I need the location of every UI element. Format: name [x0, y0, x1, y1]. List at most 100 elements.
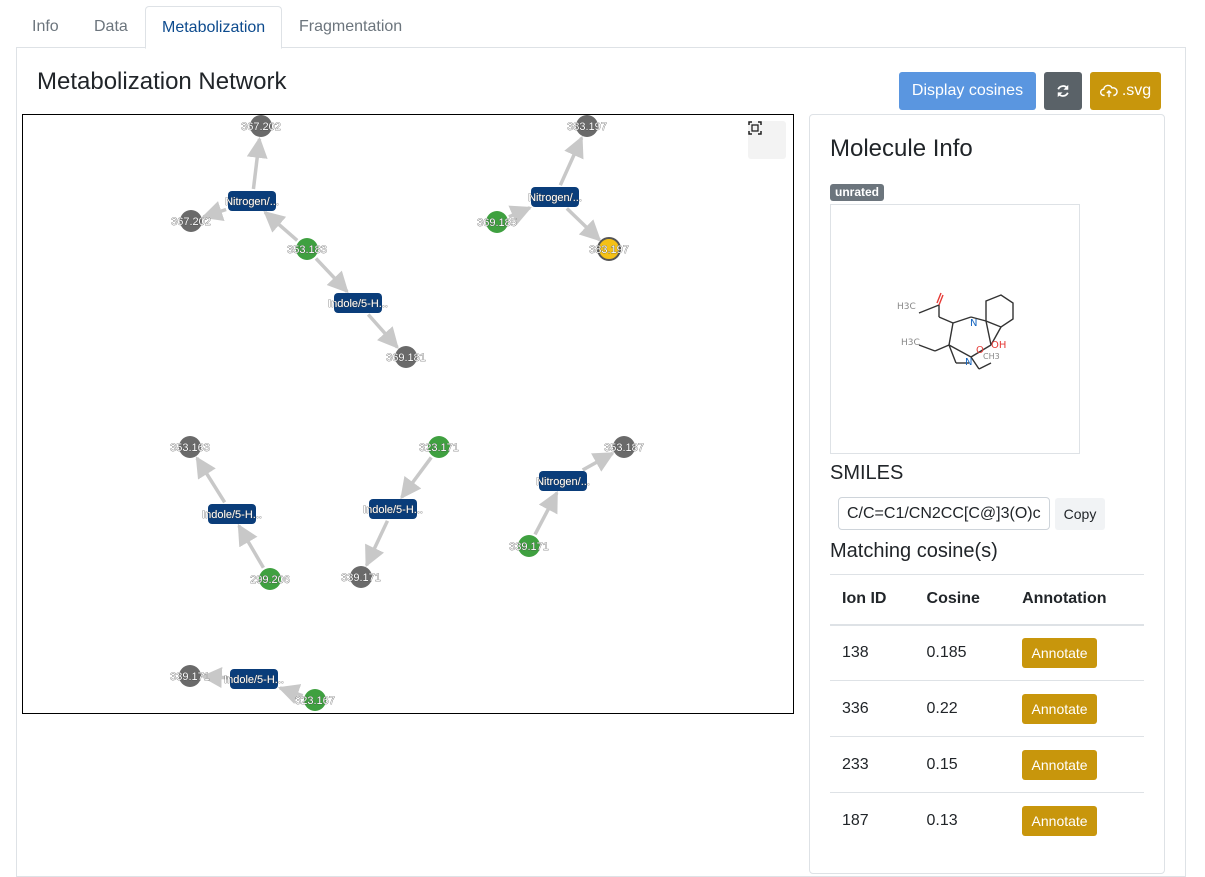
- table-row: 233 0.15 Annotate: [830, 736, 1144, 793]
- mass-node[interactable]: 339.171: [341, 566, 381, 588]
- node-label: 367.202: [171, 216, 211, 228]
- mass-node[interactable]: 339.171: [509, 535, 549, 557]
- node-label: 323.171: [419, 442, 459, 454]
- reaction-node[interactable]: Nitrogen/...: [536, 471, 590, 491]
- amine-nitrogen-label: N: [965, 357, 972, 368]
- reaction-node[interactable]: Indole/5-H...: [328, 293, 388, 313]
- node-label: 339.171: [509, 541, 549, 553]
- node-label: 367.202: [241, 121, 281, 133]
- node-label: Indole/5-H...: [202, 509, 262, 521]
- mass-node[interactable]: 367.202: [171, 210, 211, 232]
- cosine-cell: 0.13: [914, 792, 1011, 849]
- molecule-structure-drawing: H3C N H3C OH O CH3 N: [897, 292, 1014, 370]
- mass-node[interactable]: 383.197: [589, 237, 629, 261]
- network-edge: [364, 520, 390, 568]
- metabolization-network[interactable]: 367.202 367.202 Nitrogen/... 353.183 Indole/…: [22, 114, 794, 714]
- rating-badge: unrated: [830, 184, 885, 201]
- ion-id-cell: 138: [830, 624, 915, 681]
- table-row: 138 0.185 Annotate: [830, 624, 1144, 681]
- reaction-node[interactable]: Indole/5-H...: [202, 504, 262, 524]
- node-label: 339.171: [170, 671, 210, 683]
- network-edge: [581, 451, 615, 472]
- node-label: Nitrogen/...: [536, 476, 590, 488]
- node-label: Nitrogen/...: [528, 192, 582, 204]
- tab-metabolization[interactable]: Metabolization: [145, 6, 283, 49]
- node-label: 383.197: [567, 121, 607, 133]
- tab-bar: Info Data Metabolization Fragmentation: [16, 6, 1186, 49]
- reaction-node[interactable]: Indole/5-H...: [224, 669, 284, 689]
- annotation-cell: Annotate: [1010, 792, 1144, 849]
- cosine-cell: 0.22: [914, 680, 1011, 737]
- download-svg-label: .svg: [1121, 82, 1152, 99]
- mass-node[interactable]: 383.197: [567, 115, 607, 137]
- methyl-ester-label: H3C: [897, 302, 916, 312]
- methoxy-methyl-label: CH3: [983, 352, 1000, 361]
- copy-smiles-button[interactable]: Copy: [1055, 498, 1105, 530]
- ring-nitrogen-label: N: [970, 318, 977, 329]
- refresh-icon: [1057, 84, 1069, 98]
- cosine-cell: 0.15: [914, 736, 1011, 793]
- reaction-node[interactable]: Nitrogen/...: [225, 191, 279, 211]
- network-edge: [246, 136, 268, 190]
- annotate-button[interactable]: Annotate: [1022, 805, 1098, 836]
- annotation-cell: Annotate: [1010, 624, 1144, 681]
- cloud-upload-icon: [1099, 84, 1118, 98]
- fit-network-button[interactable]: [748, 121, 786, 159]
- mass-node[interactable]: 353.183: [287, 238, 327, 260]
- annotate-button[interactable]: Annotate: [1022, 637, 1098, 668]
- node-label: 369.185: [477, 217, 517, 229]
- node-label: 353.187: [604, 442, 644, 454]
- node-label: 353.183: [287, 244, 327, 256]
- node-label: 299.206: [250, 574, 290, 586]
- annotate-button[interactable]: Annotate: [1022, 693, 1098, 724]
- tab-data[interactable]: Data: [78, 6, 144, 48]
- network-edge: [263, 210, 299, 242]
- table-row: 187 0.13 Annotate: [830, 792, 1144, 849]
- matching-cosines-label: Matching cosine(s): [830, 540, 998, 562]
- ion-id-cell: 187: [830, 792, 915, 849]
- refresh-button[interactable]: [1044, 72, 1082, 110]
- tab-fragmentation[interactable]: Fragmentation: [283, 6, 418, 48]
- reaction-node[interactable]: Indole/5-H...: [363, 499, 423, 519]
- tab-info[interactable]: Info: [16, 6, 75, 48]
- column-cosine: Cosine: [914, 574, 1011, 626]
- network-edge: [195, 456, 227, 504]
- page-title: Metabolization Network: [37, 68, 287, 95]
- mass-node[interactable]: 323.167: [295, 689, 335, 711]
- ion-id-cell: 233: [830, 736, 915, 793]
- network-edge: [366, 313, 399, 349]
- smiles-field[interactable]: [838, 497, 1050, 530]
- mass-node[interactable]: 299.206: [250, 568, 290, 590]
- network-edge: [400, 456, 433, 500]
- node-label: Nitrogen/...: [225, 196, 279, 208]
- node-label: 353.163: [170, 442, 210, 454]
- ethylidene-label: H3C: [901, 338, 920, 348]
- fit-to-screen-icon: [748, 121, 762, 135]
- column-annotation: Annotation: [1010, 574, 1144, 626]
- mass-node[interactable]: 369.181: [386, 346, 426, 368]
- ion-id-cell: 336: [830, 680, 915, 737]
- mass-node[interactable]: 367.202: [241, 115, 281, 137]
- annotate-button[interactable]: Annotate: [1022, 749, 1098, 780]
- download-svg-button[interactable]: .svg: [1090, 72, 1161, 110]
- node-label: 339.171: [341, 572, 381, 584]
- column-ion-id: Ion ID: [830, 574, 915, 626]
- network-edge: [558, 135, 584, 186]
- node-label: 369.181: [386, 352, 426, 364]
- reaction-node[interactable]: Nitrogen/...: [528, 187, 582, 207]
- mass-node[interactable]: 353.163: [170, 436, 210, 458]
- mass-node[interactable]: 339.171: [170, 665, 210, 687]
- molecule-info-title: Molecule Info: [830, 135, 973, 162]
- node-label: 383.197: [589, 244, 629, 256]
- network-edge: [508, 205, 532, 225]
- network-edge: [565, 207, 602, 242]
- node-label: Indole/5-H...: [328, 298, 388, 310]
- network-edge: [533, 490, 559, 536]
- network-edge: [314, 257, 349, 294]
- mass-node[interactable]: 323.171: [419, 436, 459, 458]
- node-label: Indole/5-H...: [224, 674, 284, 686]
- network-canvas[interactable]: 367.202 367.202 Nitrogen/... 353.183 Indole/…: [23, 115, 793, 713]
- display-cosines-button[interactable]: Display cosines: [899, 72, 1036, 110]
- node-label: Indole/5-H...: [363, 504, 423, 516]
- annotation-cell: Annotate: [1010, 680, 1144, 737]
